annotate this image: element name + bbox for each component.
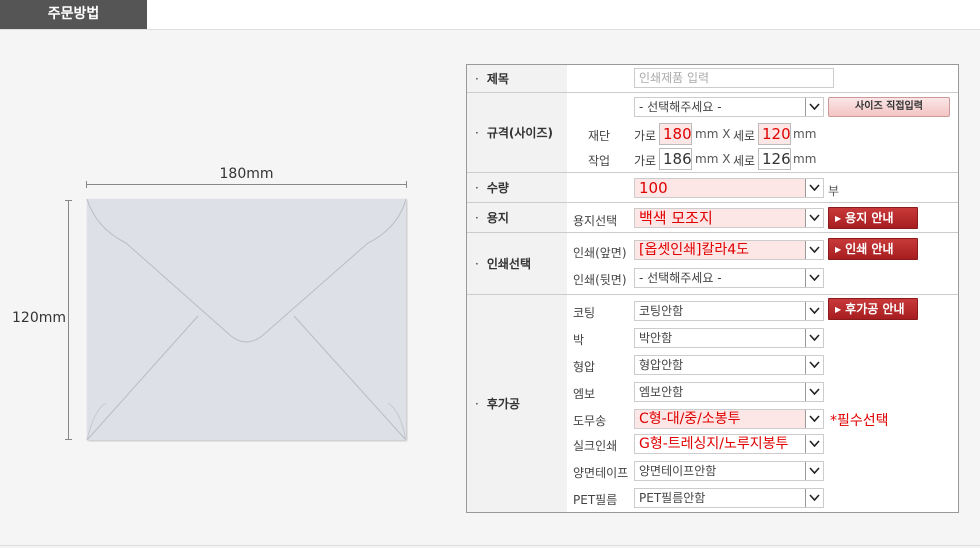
post-item-label: 박 [573, 333, 585, 347]
row-label-post: · 후가공 [467, 295, 567, 512]
embossing-select[interactable]: 형압안함 [634, 355, 824, 375]
row-quantity: · 수량 100 부 [467, 173, 958, 203]
play-icon: ▶ [835, 214, 842, 223]
row-print: · 인쇄선택 인쇄(앞면) [옵셋인쇄]칼라4도 ▶ 인쇄 안내 인쇄(뒷면) - … [467, 233, 958, 295]
foil-select[interactable]: 박안함 [634, 328, 824, 348]
coating-select[interactable]: 코팅안함 [634, 301, 824, 321]
work-unit-mm: mm [793, 152, 817, 166]
section-title: 주문방법 [0, 0, 147, 29]
row-title: · 제목 인쇄제품 입력 [467, 65, 958, 93]
height-dimension-line [65, 200, 72, 440]
print-guide-button[interactable]: ▶ 인쇄 안내 [828, 238, 918, 260]
chevron-down-icon [805, 410, 823, 428]
chevron-down-icon [805, 209, 823, 227]
quantity-unit: 부 [828, 184, 840, 198]
cut-width-label: 가로 [634, 129, 657, 143]
work-height-label: 세로 [733, 154, 756, 168]
cut-height-input[interactable]: 120 [758, 123, 791, 145]
row-size: · 규격(사이즈) - 선택해주세요 - 사이즈 직접입력 재단 가로 180 m… [467, 93, 958, 173]
quantity-select[interactable]: 100 [634, 178, 824, 198]
envelope-illustration [86, 198, 407, 441]
post-guide-button[interactable]: ▶ 후가공 안내 [828, 298, 918, 320]
row-label-title: · 제목 [467, 65, 567, 92]
post-item-label: PET필름 [573, 493, 618, 507]
die-cut-select[interactable]: C형-대/중/소봉투 [634, 409, 824, 429]
paper-sub-label: 용지선택 [573, 214, 618, 228]
chevron-down-icon [805, 462, 823, 480]
cut-unit-x: mm X [695, 127, 731, 141]
print-back-label: 인쇄(뒷면) [573, 273, 627, 287]
required-note: *필수선택 [830, 413, 889, 429]
post-item-label: 형압 [573, 360, 596, 374]
chevron-down-icon [805, 98, 823, 116]
print-back-select[interactable]: - 선택해주세요 - [634, 268, 824, 288]
cut-width-input[interactable]: 180 [659, 123, 692, 145]
post-item-label: 엠보 [573, 387, 596, 401]
title-input[interactable]: 인쇄제품 입력 [634, 68, 834, 88]
embo-select[interactable]: 엠보안함 [634, 382, 824, 402]
print-front-label: 인쇄(앞면) [573, 246, 627, 260]
cut-height-label: 세로 [733, 129, 756, 143]
chevron-down-icon [805, 302, 823, 320]
post-item-label: 도무송 [573, 414, 607, 428]
work-height-input[interactable]: 126 [758, 148, 791, 170]
top-bar: 주문방법 [0, 0, 980, 30]
row-label-size: · 규격(사이즈) [467, 93, 567, 172]
double-tape-select[interactable]: 양면테이프안함 [634, 461, 824, 481]
width-dimension-line [86, 181, 407, 188]
paper-guide-button[interactable]: ▶ 용지 안내 [828, 207, 918, 229]
order-form: · 제목 인쇄제품 입력 · 규격(사이즈) - 선택해주세요 - 사이즈 직접입력… [466, 64, 959, 513]
chevron-down-icon [805, 179, 823, 197]
work-width-input[interactable]: 186 [659, 148, 692, 170]
pet-film-select[interactable]: PET필름안함 [634, 488, 824, 508]
envelope-height-label: 120mm [12, 310, 66, 326]
work-width-label: 가로 [634, 154, 657, 168]
work-label: 작업 [588, 154, 611, 168]
chevron-down-icon [805, 329, 823, 347]
bottom-divider [0, 545, 980, 546]
chevron-down-icon [805, 356, 823, 374]
row-label-print: · 인쇄선택 [467, 233, 567, 294]
row-label-quantity: · 수량 [467, 173, 567, 202]
chevron-down-icon [805, 383, 823, 401]
post-item-label: 실크인쇄 [573, 439, 618, 453]
paper-select[interactable]: 백색 모조지 [634, 208, 824, 228]
work-unit-x: mm X [695, 152, 731, 166]
play-icon: ▶ [835, 245, 842, 254]
size-direct-input-button[interactable]: 사이즈 직접입력 [828, 97, 950, 117]
row-label-paper: · 용지 [467, 203, 567, 232]
silk-print-select[interactable]: G형-트레싱지/노루지봉투 [634, 434, 824, 454]
row-paper: · 용지 용지선택 백색 모조지 ▶ 용지 안내 [467, 203, 958, 233]
chevron-down-icon [805, 435, 823, 453]
post-item-label: 양면테이프 [573, 466, 629, 480]
print-front-select[interactable]: [옵셋인쇄]칼라4도 [634, 240, 824, 260]
chevron-down-icon [805, 269, 823, 287]
chevron-down-icon [805, 241, 823, 259]
envelope-width-label: 180mm [219, 166, 274, 182]
post-item-label: 코팅 [573, 306, 596, 320]
cut-label: 재단 [588, 129, 611, 143]
play-icon: ▶ [835, 305, 842, 314]
cut-unit-mm: mm [793, 127, 817, 141]
size-select[interactable]: - 선택해주세요 - [634, 97, 824, 117]
chevron-down-icon [805, 489, 823, 507]
row-post-processing: · 후가공 코팅 코팅안함 ▶ 후가공 안내 박 박안함 형압 형압안함 엠보 엠보… [467, 295, 958, 512]
